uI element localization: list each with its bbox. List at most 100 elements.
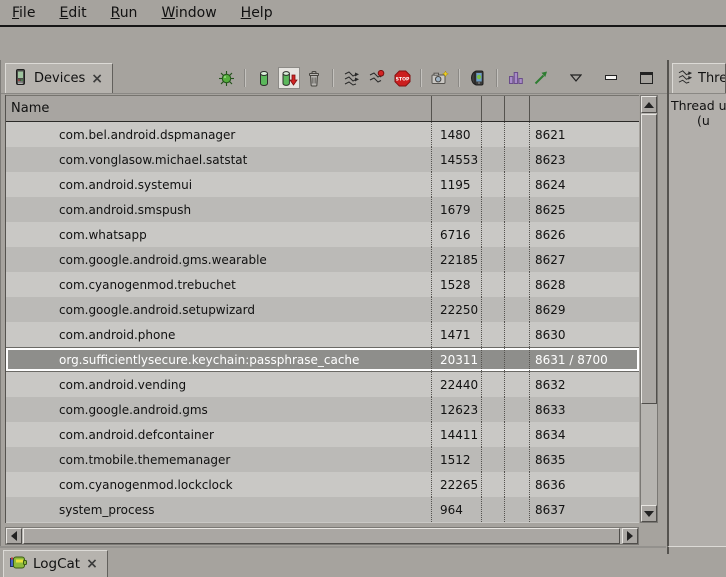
left-arrow-icon xyxy=(11,531,17,541)
empty-cell xyxy=(505,147,530,172)
table-row[interactable]: com.bel.android.dspmanager 1480 8621 xyxy=(6,122,639,147)
tab-devices-close-icon[interactable]: × xyxy=(91,72,103,86)
table-row[interactable]: com.android.vending 22440 8632 xyxy=(6,372,639,397)
debug-process-icon[interactable] xyxy=(215,67,237,89)
tab-devices-label: Devices xyxy=(34,71,85,86)
process-pid-cell: 1679 xyxy=(432,197,482,222)
empty-cell xyxy=(505,122,530,147)
table-row[interactable]: com.android.defcontainer 14411 8634 xyxy=(6,422,639,447)
process-port-cell: 8633 xyxy=(530,397,639,422)
scroll-right-button[interactable] xyxy=(622,528,638,544)
process-name-cell: com.vonglasow.michael.satstat xyxy=(6,147,432,172)
threads-content: Thread updates not enabled for selected … xyxy=(669,94,726,546)
maximize-icon[interactable] xyxy=(635,67,657,89)
empty-cell xyxy=(505,422,530,447)
process-name-cell: com.whatsapp xyxy=(6,222,432,247)
table-row[interactable]: com.cyanogenmod.lockclock 22265 8636 xyxy=(6,472,639,497)
down-arrow-icon xyxy=(644,511,654,517)
table-row[interactable]: system_process 964 8637 xyxy=(6,497,639,522)
empty-cell xyxy=(505,397,530,422)
update-heap-icon[interactable] xyxy=(253,67,275,89)
menu-help[interactable]: Help xyxy=(241,5,273,21)
process-port-cell: 8634 xyxy=(530,422,639,447)
table-row[interactable]: com.whatsapp 6716 8626 xyxy=(6,222,639,247)
empty-cell xyxy=(482,322,505,347)
dump-hprof-icon[interactable] xyxy=(278,67,300,89)
update-threads-icon[interactable] xyxy=(341,67,363,89)
screen-capture-icon[interactable] xyxy=(429,67,451,89)
device-view-icon[interactable] xyxy=(467,67,489,89)
tab-logcat[interactable]: LogCat × xyxy=(3,550,108,577)
table-row[interactable]: com.cyanogenmod.trebuchet 1528 8628 xyxy=(6,272,639,297)
process-pid-cell: 1480 xyxy=(432,122,482,147)
empty-cell xyxy=(482,197,505,222)
empty-cell xyxy=(505,272,530,297)
column-header-3[interactable] xyxy=(482,96,505,121)
minimize-icon[interactable] xyxy=(600,67,622,89)
empty-cell xyxy=(482,372,505,397)
up-arrow-icon xyxy=(644,102,654,108)
table-row[interactable]: com.tmobile.thememanager 1512 8635 xyxy=(6,447,639,472)
column-header-4[interactable] xyxy=(505,96,530,121)
process-port-cell: 8627 xyxy=(530,247,639,272)
table-row[interactable]: com.google.android.setupwizard 22250 862… xyxy=(6,297,639,322)
scroll-up-button[interactable] xyxy=(641,96,657,113)
process-port-cell: 8624 xyxy=(530,172,639,197)
threads-message-line2: (use toolbar button to enable) xyxy=(669,113,726,131)
process-name-cell: com.bel.android.dspmanager xyxy=(6,122,432,147)
empty-cell xyxy=(482,272,505,297)
panel-sash[interactable] xyxy=(0,546,666,548)
empty-cell xyxy=(505,247,530,272)
horizontal-scrollbar[interactable] xyxy=(5,527,639,545)
table-row[interactable]: com.google.android.gms.wearable 22185 86… xyxy=(6,247,639,272)
stop-process-icon[interactable]: STOP xyxy=(391,67,413,89)
cause-gc-icon[interactable] xyxy=(303,67,325,89)
menu-bar: File Edit Run Window Help xyxy=(0,0,726,25)
menu-window[interactable]: Window xyxy=(161,5,216,21)
menu-file[interactable]: File xyxy=(12,5,35,21)
process-table: Name com.bel.android.dspmanager 1480 862… xyxy=(5,95,639,523)
process-pid-cell: 964 xyxy=(432,497,482,522)
tab-threads[interactable]: Threads xyxy=(672,63,726,93)
toolbar-separator xyxy=(332,69,334,87)
table-row[interactable]: com.android.phone 1471 8630 xyxy=(6,322,639,347)
vertical-scrollbar[interactable] xyxy=(640,95,658,523)
process-port-cell: 8623 xyxy=(530,147,639,172)
tab-logcat-close-icon[interactable]: × xyxy=(86,557,98,571)
table-row[interactable]: com.vonglasow.michael.satstat 14553 8623 xyxy=(6,147,639,172)
table-header-row: Name xyxy=(6,95,639,122)
process-port-cell: 8625 xyxy=(530,197,639,222)
start-method-profiling-icon[interactable] xyxy=(366,67,388,89)
empty-cell xyxy=(482,397,505,422)
menu-run[interactable]: Run xyxy=(111,5,138,21)
column-header-port[interactable] xyxy=(530,96,639,121)
system-info-icon[interactable] xyxy=(505,67,527,89)
empty-cell xyxy=(505,322,530,347)
process-name-cell: com.tmobile.thememanager xyxy=(6,447,432,472)
empty-cell xyxy=(482,447,505,472)
tab-devices[interactable]: Devices × xyxy=(5,63,113,93)
column-header-name[interactable]: Name xyxy=(6,96,432,121)
empty-cell xyxy=(505,472,530,497)
table-row[interactable]: com.android.smspush 1679 8625 xyxy=(6,197,639,222)
process-pid-cell: 22265 xyxy=(432,472,482,497)
table-row[interactable]: org.sufficientlysecure.keychain:passphra… xyxy=(6,347,639,372)
view-menu-icon[interactable] xyxy=(565,67,587,89)
process-name-cell: com.google.android.setupwizard xyxy=(6,297,432,322)
process-pid-cell: 1528 xyxy=(432,272,482,297)
vertical-scroll-thumb[interactable] xyxy=(641,114,657,404)
empty-cell xyxy=(482,497,505,522)
column-header-pid[interactable] xyxy=(432,96,482,121)
scroll-down-button[interactable] xyxy=(641,505,657,522)
menu-edit[interactable]: Edit xyxy=(59,5,86,21)
method-profiling-icon[interactable] xyxy=(530,67,552,89)
table-row[interactable]: com.google.android.gms 12623 8633 xyxy=(6,397,639,422)
process-port-cell: 8626 xyxy=(530,222,639,247)
scroll-left-button[interactable] xyxy=(6,528,22,544)
empty-cell xyxy=(482,222,505,247)
process-name-cell: com.android.systemui xyxy=(6,172,432,197)
process-port-cell: 8636 xyxy=(530,472,639,497)
horizontal-scroll-thumb[interactable] xyxy=(23,528,620,544)
threads-view: Threads Thread updates not enabled for s… xyxy=(667,60,726,546)
table-row[interactable]: com.android.systemui 1195 8624 xyxy=(6,172,639,197)
